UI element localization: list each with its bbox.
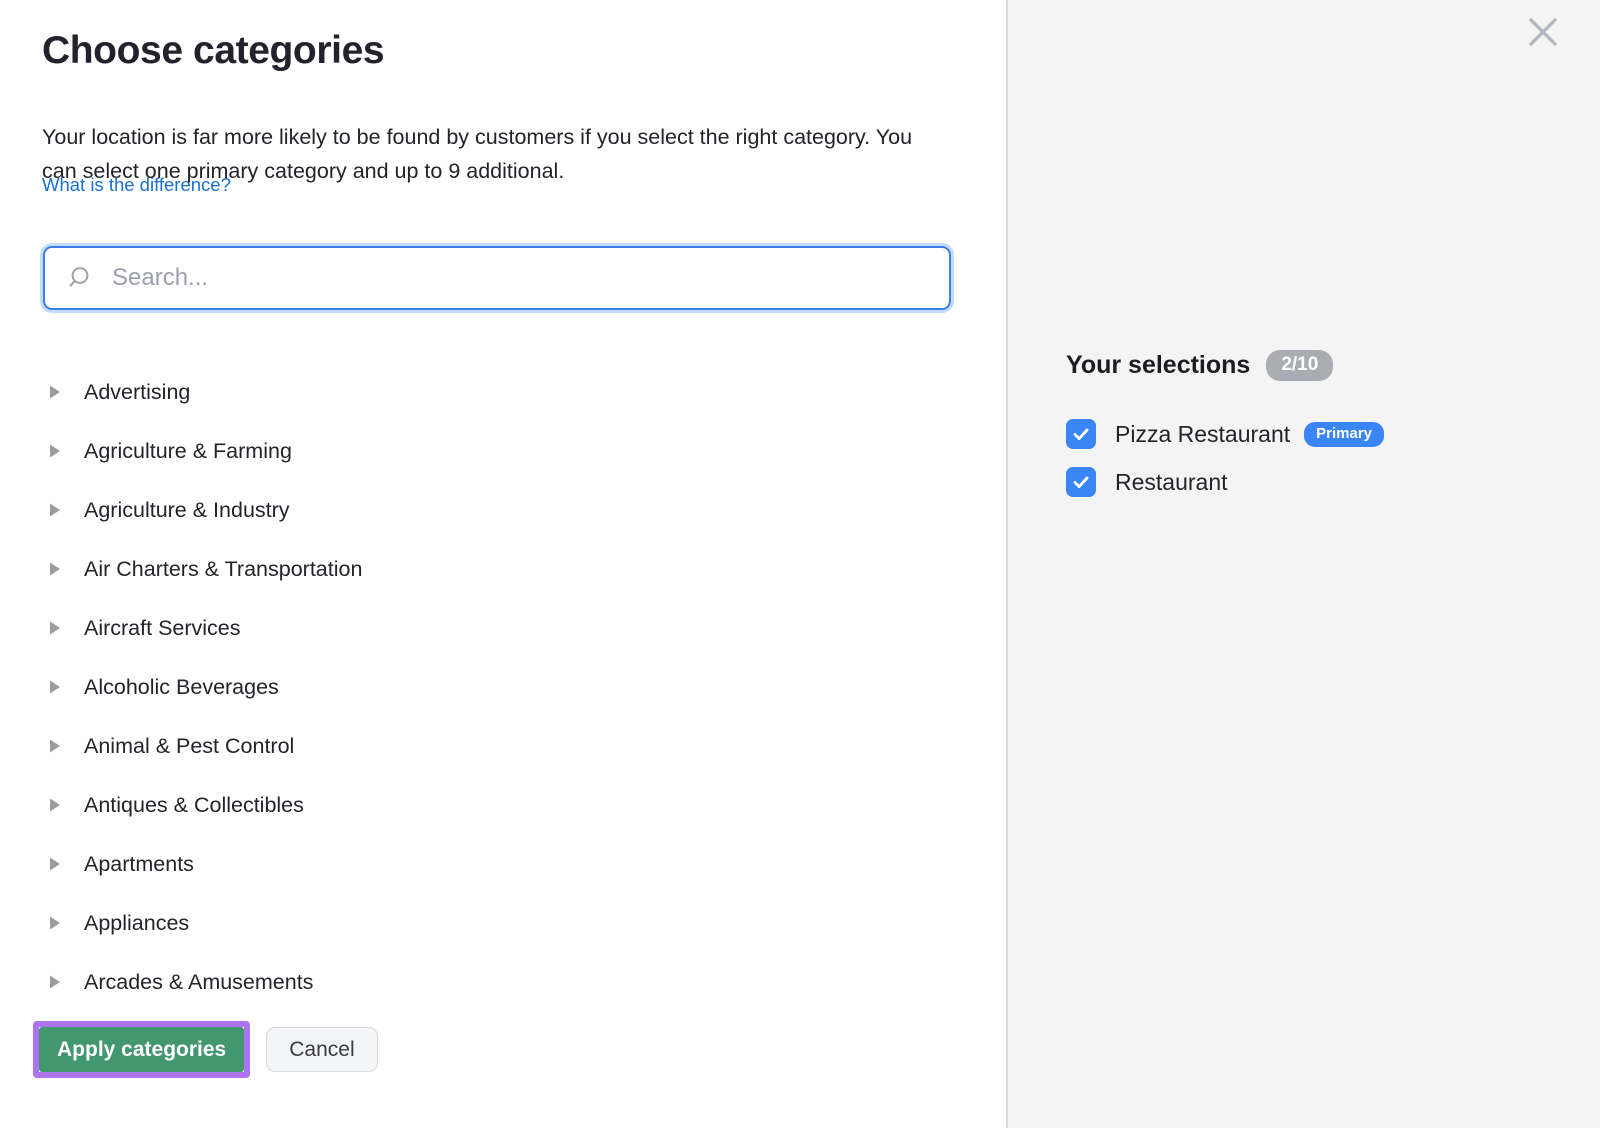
close-icon (1521, 10, 1565, 54)
dialog-footer: Apply categories Cancel (33, 1021, 378, 1078)
chevron-right-icon[interactable] (48, 974, 62, 990)
close-button[interactable] (1521, 10, 1565, 54)
category-label: Animal & Pest Control (84, 732, 294, 760)
chevron-right-icon[interactable] (48, 738, 62, 754)
search-box[interactable] (43, 246, 951, 310)
category-row[interactable]: Animal & Pest Control (0, 716, 1006, 775)
category-row[interactable]: Air Charters & Transportation (0, 539, 1006, 598)
chevron-right-icon[interactable] (48, 915, 62, 931)
chevron-right-icon[interactable] (48, 561, 62, 577)
checkmark-icon (1071, 472, 1091, 492)
category-row[interactable]: Agriculture & Farming (0, 421, 1006, 480)
checkmark-icon (1071, 424, 1091, 444)
category-label: Aircraft Services (84, 614, 241, 642)
selection-item[interactable]: Pizza Restaurant Primary (1066, 410, 1566, 458)
category-label: Arcades & Amusements (84, 968, 313, 996)
categories-panel: Choose categories Your location is far m… (0, 0, 1006, 1128)
page-title: Choose categories (42, 27, 384, 75)
selection-list: Pizza Restaurant Primary Restaurant (1066, 410, 1566, 506)
search-input[interactable] (112, 258, 949, 298)
selection-label: Pizza Restaurant (1115, 421, 1290, 448)
selections-count-badge: 2/10 (1266, 350, 1333, 381)
selection-item[interactable]: Restaurant (1066, 458, 1566, 506)
category-list[interactable]: Advertising Agriculture & Farming Agricu… (0, 362, 1006, 1007)
category-label: Advertising (84, 378, 190, 406)
chevron-right-icon[interactable] (48, 443, 62, 459)
category-row[interactable]: Agriculture & Industry (0, 480, 1006, 539)
selection-label: Restaurant (1115, 469, 1228, 496)
category-label: Agriculture & Industry (84, 496, 290, 524)
selections-panel: Your selections 2/10 Pizza Restaurant Pr… (1006, 0, 1600, 1128)
category-label: Appliances (84, 909, 189, 937)
what-is-the-difference-link[interactable]: What is the difference? (42, 172, 231, 198)
chevron-right-icon[interactable] (48, 797, 62, 813)
category-row[interactable]: Antiques & Collectibles (0, 775, 1006, 834)
category-label: Agriculture & Farming (84, 437, 292, 465)
category-label: Apartments (84, 850, 194, 878)
chevron-right-icon[interactable] (48, 620, 62, 636)
chevron-right-icon[interactable] (48, 856, 62, 872)
chevron-right-icon[interactable] (48, 679, 62, 695)
category-label: Air Charters & Transportation (84, 555, 362, 583)
primary-badge: Primary (1304, 422, 1384, 447)
category-row[interactable]: Appliances (0, 893, 1006, 952)
apply-categories-button[interactable]: Apply categories (39, 1027, 244, 1072)
choose-categories-dialog: Choose categories Your location is far m… (0, 0, 1600, 1128)
category-row[interactable]: Arcades & Amusements (0, 952, 1006, 1007)
search-focus-ring (40, 243, 954, 313)
checkbox-checked[interactable] (1066, 467, 1096, 497)
category-row[interactable]: Advertising (0, 362, 1006, 421)
cancel-button[interactable]: Cancel (266, 1027, 377, 1072)
chevron-right-icon[interactable] (48, 384, 62, 400)
selections-header: Your selections 2/10 (1066, 350, 1333, 381)
category-label: Alcoholic Beverages (84, 673, 279, 701)
category-label: Antiques & Collectibles (84, 791, 304, 819)
category-row[interactable]: Aircraft Services (0, 598, 1006, 657)
selections-title: Your selections (1066, 351, 1250, 380)
chevron-right-icon[interactable] (48, 502, 62, 518)
category-row[interactable]: Alcoholic Beverages (0, 657, 1006, 716)
checkbox-checked[interactable] (1066, 419, 1096, 449)
search-icon (69, 265, 95, 291)
apply-button-highlight: Apply categories (33, 1021, 250, 1078)
category-row[interactable]: Apartments (0, 834, 1006, 893)
